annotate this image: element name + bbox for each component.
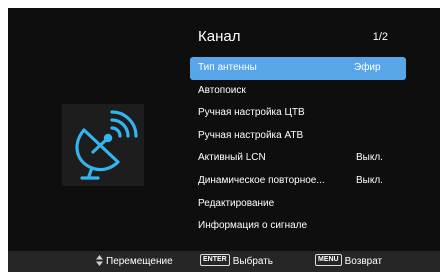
menu-item-edit[interactable]: Редактирование xyxy=(190,193,406,216)
tv-screen: Канал 1/2 Тип антенны Эфир Автопоиск Руч… xyxy=(8,8,440,272)
menu-item-antenna-type[interactable]: Тип антенны Эфир xyxy=(190,57,406,80)
menu-item-manual-atv[interactable]: Ручная настройка АТВ xyxy=(190,125,406,148)
menu-item-label: Активный LCN xyxy=(198,152,266,164)
menu-item-label: Тип антенны xyxy=(198,62,257,73)
menu-item-label: Редактирование xyxy=(198,197,275,209)
hint-move: Перемещение xyxy=(96,251,173,272)
page-number: 1/2 xyxy=(372,31,388,43)
menu-item-active-lcn[interactable]: Активный LCN Выкл. xyxy=(190,147,406,170)
hint-select-label: Выбрать xyxy=(232,256,274,267)
menu-item-value: Выкл. xyxy=(356,152,383,164)
menu-item-manual-dtv[interactable]: Ручная настройка ЦТВ xyxy=(190,102,406,125)
menu-item-label: Автопоиск xyxy=(198,84,246,96)
hint-select: ENTER Выбрать xyxy=(200,251,273,272)
menu-item-auto-search[interactable]: Автопоиск xyxy=(190,80,406,103)
menu-item-value: Выкл. xyxy=(356,174,383,186)
satellite-dish-icon xyxy=(75,110,138,180)
channel-icon-panel xyxy=(62,104,144,186)
menu-item-label: Динамическое повторное... xyxy=(198,174,325,186)
channel-menu: Тип антенны Эфир Автопоиск Ручная настро… xyxy=(190,57,406,238)
menu-key-icon: MENU xyxy=(315,254,342,267)
menu-item-label: Информация о сигнале xyxy=(198,220,308,232)
menu-header: Канал 1/2 xyxy=(190,26,406,48)
menu-item-value: Эфир xyxy=(354,62,381,73)
page-title: Канал xyxy=(198,28,241,45)
menu-item-label: Ручная настройка АТВ xyxy=(198,129,304,141)
hint-back: MENU Возврат xyxy=(315,251,382,272)
up-down-arrow-icon xyxy=(96,254,103,266)
menu-item-dynamic-rescan[interactable]: Динамическое повторное... Выкл. xyxy=(190,170,406,193)
menu-item-signal-info[interactable]: Информация о сигнале xyxy=(190,215,406,238)
hint-move-label: Перемещение xyxy=(106,256,173,267)
enter-key-icon: ENTER xyxy=(200,254,230,267)
footer-hint-bar: Перемещение ENTER Выбрать MENU Возврат xyxy=(8,251,440,272)
menu-item-label: Ручная настройка ЦТВ xyxy=(198,107,305,119)
hint-back-label: Возврат xyxy=(344,256,383,267)
